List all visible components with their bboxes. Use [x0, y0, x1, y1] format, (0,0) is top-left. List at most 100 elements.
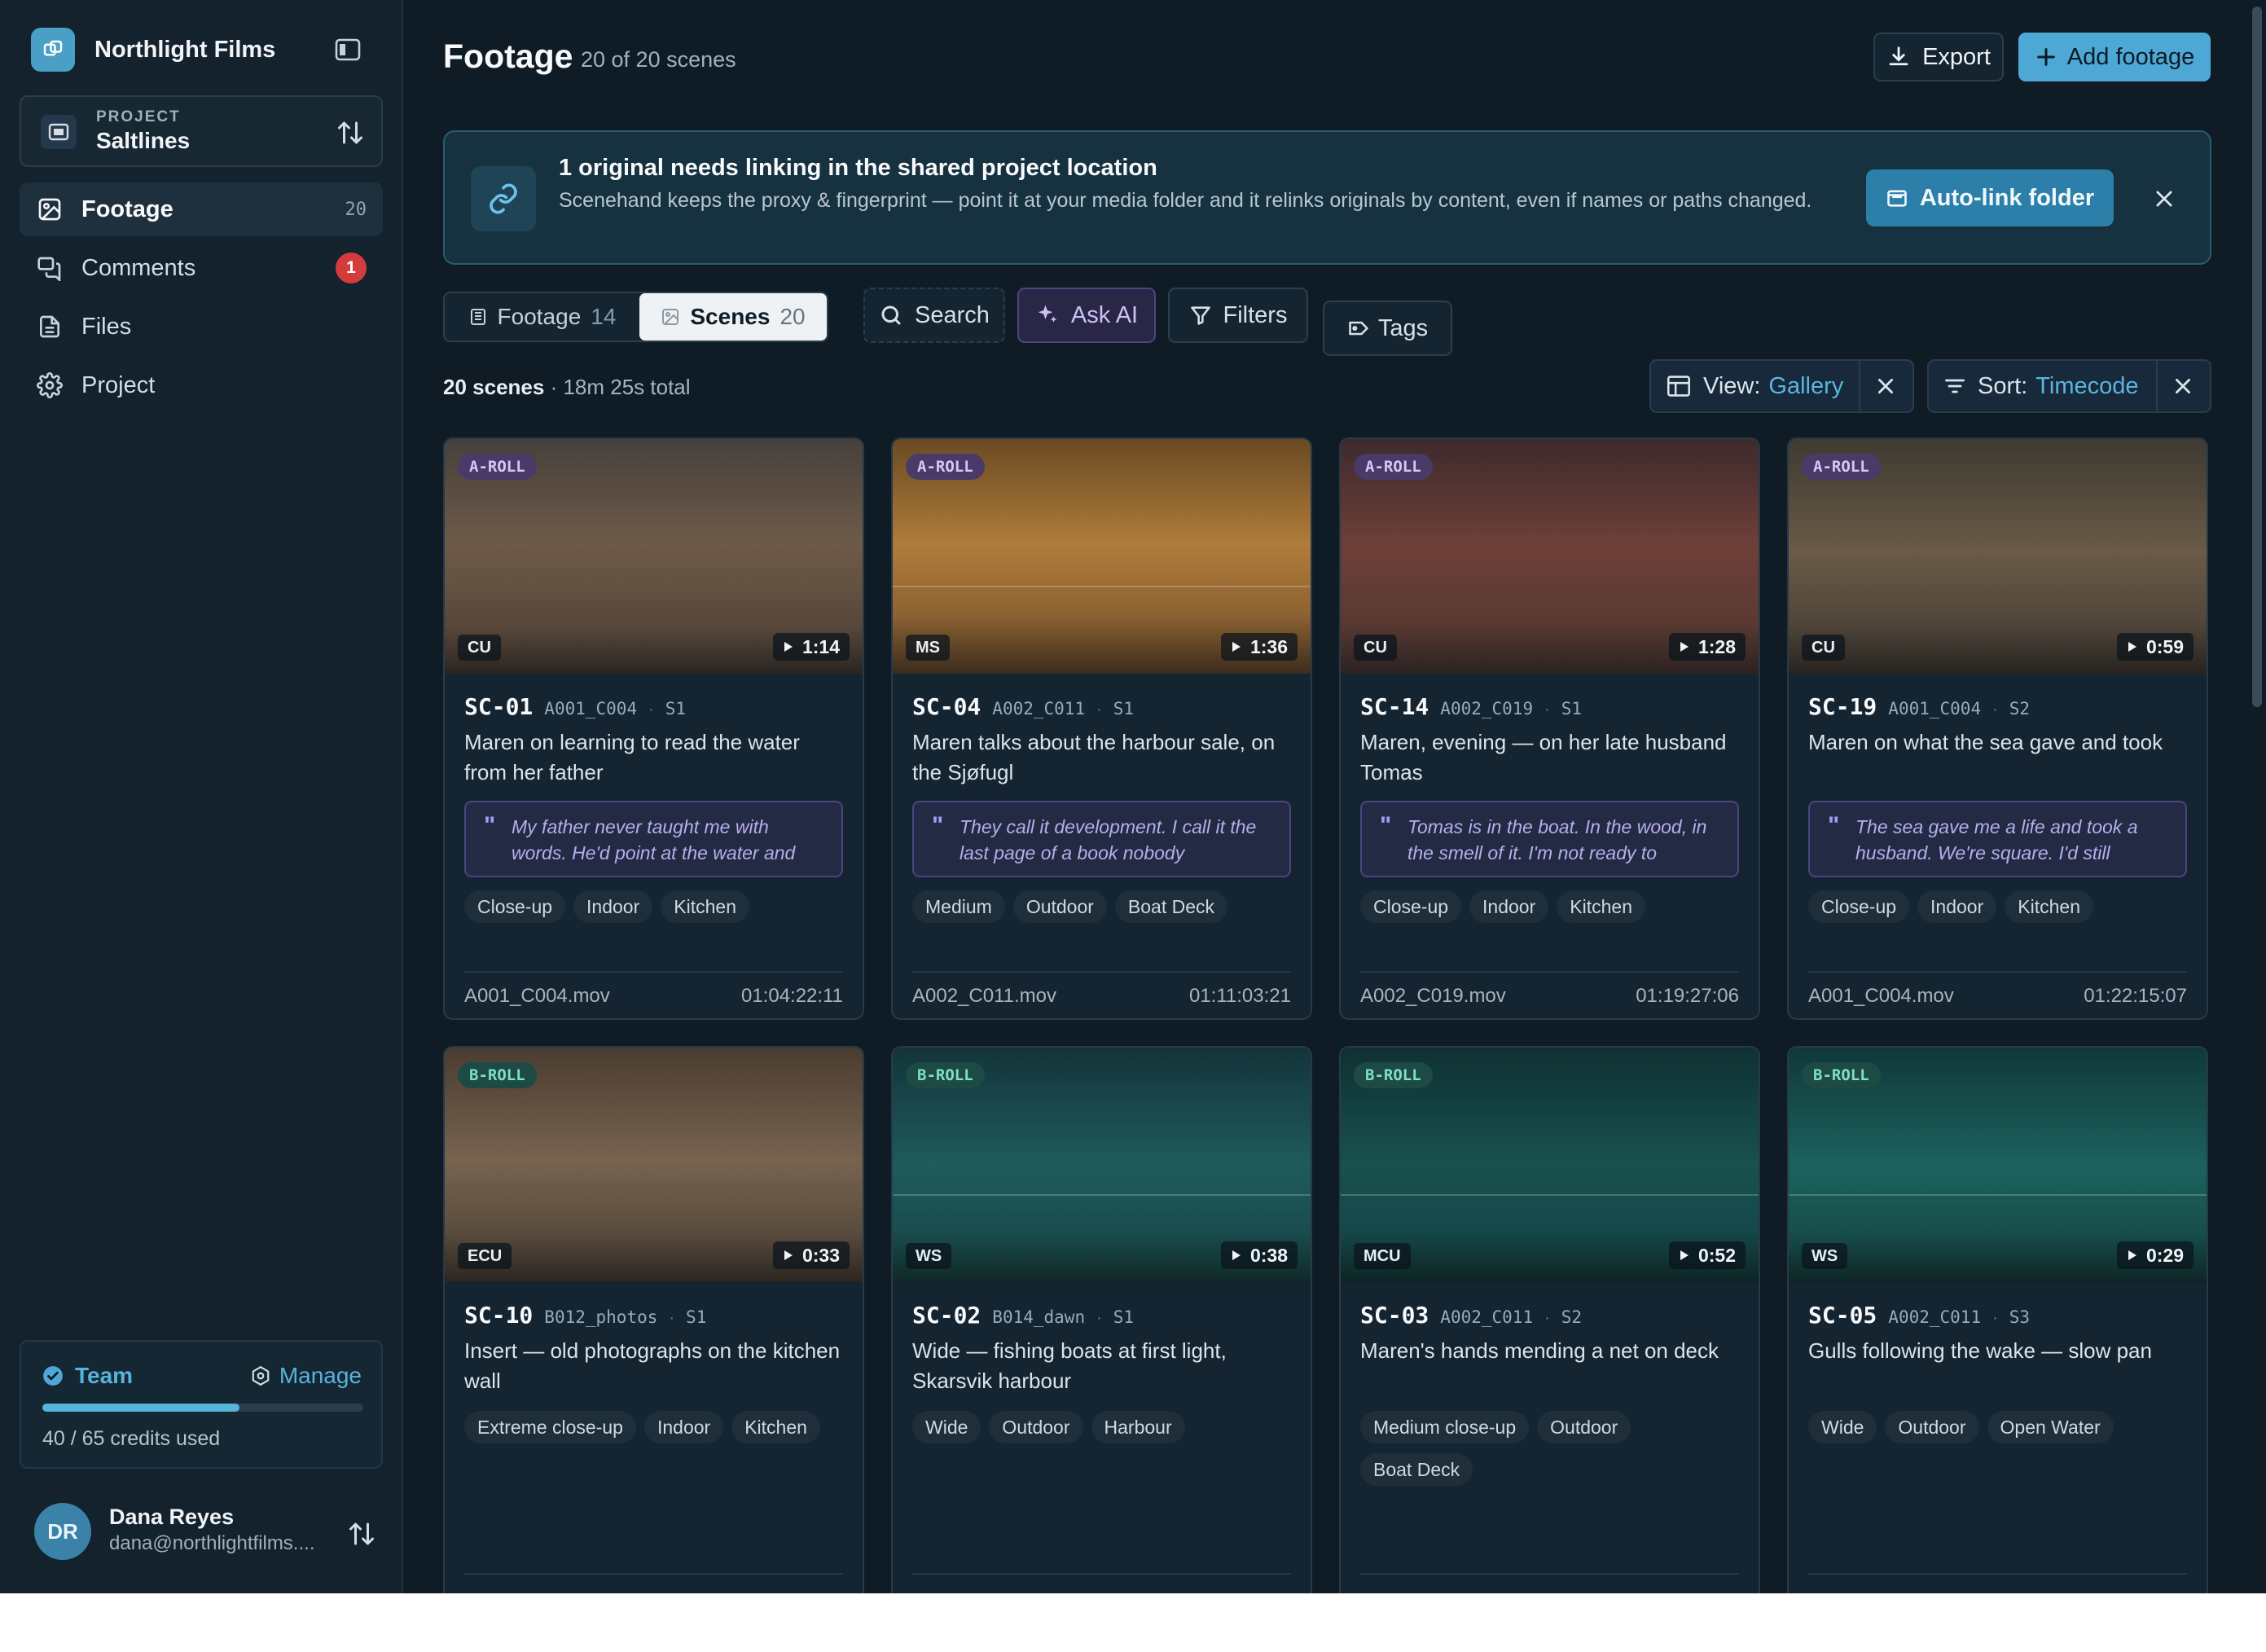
quote-icon: ": [1380, 812, 1392, 839]
filters-button[interactable]: Filters: [1168, 288, 1308, 343]
duration-text: 0:59: [2145, 635, 2184, 657]
sidebar-item-count: 20: [345, 199, 367, 220]
separator-dot: ·: [669, 1309, 675, 1327]
tab-scenes-label: Scenes: [690, 304, 771, 329]
roll-badge: A-ROLL: [906, 454, 985, 480]
timecode: 01:04:22:11: [740, 985, 843, 1007]
tag-chip[interactable]: Close-up: [1808, 890, 1910, 923]
sidebar-item-footage[interactable]: Footage 20: [20, 182, 383, 236]
transcript-quote[interactable]: " My father never taught me with words. H…: [464, 801, 843, 877]
clip-name: A002_C019: [1440, 699, 1534, 718]
search-button[interactable]: Search: [863, 288, 1005, 343]
scene-header: SC-19 A001_C004 · S2: [1808, 693, 2187, 726]
scene-thumbnail[interactable]: B-ROLL MCU 0:52: [1341, 1048, 1759, 1282]
close-icon[interactable]: [2150, 184, 2179, 213]
tag-chip[interactable]: Close-up: [464, 890, 566, 923]
scene-card[interactable]: A-ROLL CU 0:59 SC-19 A001_C004 · S2 Maren on wh…: [1787, 437, 2208, 1020]
sequence-label: S3: [2009, 1307, 2031, 1327]
user-email: dana@northlightfilms....: [109, 1532, 315, 1554]
brand[interactable]: Northlight Films: [31, 28, 275, 72]
scene-thumbnail[interactable]: B-ROLL WS 0:29: [1789, 1048, 2207, 1282]
add-footage-button[interactable]: Add footage: [2018, 33, 2211, 81]
manage-button[interactable]: Manage: [250, 1363, 362, 1389]
tag-chip[interactable]: Boat Deck: [1114, 890, 1228, 923]
tag-chip[interactable]: Kitchen: [661, 890, 749, 923]
sidebar-item-files[interactable]: Files: [20, 300, 383, 354]
tag-chip[interactable]: Indoor: [643, 1411, 724, 1443]
banner-text: Scenehand keeps the proxy & fingerprint …: [559, 189, 1812, 212]
tag-chip[interactable]: Harbour: [1091, 1411, 1185, 1443]
scrollbar-thumb[interactable]: [2252, 7, 2262, 707]
tag-chip[interactable]: Outdoor: [1885, 1411, 1979, 1443]
scene-thumbnail[interactable]: B-ROLL WS 0:38: [893, 1048, 1311, 1282]
scene-thumbnail[interactable]: A-ROLL MS 1:36: [893, 439, 1311, 674]
scene-header: SC-03 A002_C011 · S2: [1360, 1302, 1739, 1334]
scene-title: Insert — old photographs on the kitchen …: [464, 1338, 841, 1393]
tag-chip[interactable]: Outdoor: [1537, 1411, 1631, 1443]
tag-chip[interactable]: Indoor: [1917, 890, 1997, 923]
ask-ai-button[interactable]: Ask AI: [1017, 288, 1156, 343]
tag-chip[interactable]: Boat Deck: [1360, 1453, 1473, 1486]
tag-chip[interactable]: Medium close-up: [1360, 1411, 1530, 1443]
duration-badge: 1:36: [1220, 633, 1298, 661]
transcript-quote[interactable]: " Tomas is in the boat. In the wood, in t…: [1360, 801, 1739, 877]
scene-id: SC-05: [1808, 1302, 1877, 1329]
tag-list: Close-up Indoor Kitchen: [1808, 890, 2187, 923]
scene-thumbnail[interactable]: A-ROLL CU 1:14: [445, 439, 863, 674]
view-control[interactable]: View: Gallery: [1649, 359, 1914, 413]
tags-button[interactable]: Tags: [1323, 301, 1452, 356]
sidebar-toggle-icon[interactable]: [334, 37, 362, 62]
sidebar-item-project[interactable]: Project: [20, 358, 383, 412]
export-button[interactable]: Export: [1873, 33, 2004, 81]
duration-badge: 0:52: [1668, 1241, 1746, 1269]
scene-card[interactable]: B-ROLL WS 0:29 SC-05 A002_C011 · S3 Gulls follo…: [1787, 1046, 2208, 1593]
transcript-quote[interactable]: " They call it development. I call it the…: [912, 801, 1291, 877]
scene-card[interactable]: A-ROLL MS 1:36 SC-04 A002_C011 · S1 Maren talks…: [891, 437, 1312, 1020]
scene-card[interactable]: B-ROLL WS 0:38 SC-02 B014_dawn · S1 Wide — fish…: [891, 1046, 1312, 1593]
sidebar-item-label: Comments: [81, 254, 196, 281]
timecode: 01:11:03:21: [1188, 985, 1291, 1007]
quote-icon: ": [484, 812, 496, 839]
tab-scenes[interactable]: Scenes 20: [639, 293, 827, 341]
scene-thumbnail[interactable]: A-ROLL CU 0:59: [1789, 439, 2207, 674]
sort-control[interactable]: Sort: Timecode: [1927, 359, 2211, 413]
auto-link-folder-button[interactable]: Auto-link folder: [1866, 169, 2114, 226]
sidebar-item-comments[interactable]: Comments 1: [20, 241, 383, 295]
tag-chip[interactable]: Indoor: [573, 890, 653, 923]
clear-view-icon[interactable]: [1875, 376, 1896, 397]
tag-chip[interactable]: Close-up: [1360, 890, 1462, 923]
clip-name: B014_dawn: [992, 1307, 1086, 1327]
scene-thumbnail[interactable]: B-ROLL ECU 0:33: [445, 1048, 863, 1282]
separator-dot: ·: [1544, 701, 1550, 718]
tag-chip[interactable]: Kitchen: [731, 1411, 820, 1443]
shot-type-badge: MS: [906, 635, 950, 661]
transcript-quote[interactable]: " The sea gave me a life and took a husba…: [1808, 801, 2187, 877]
quote-icon: ": [932, 812, 944, 839]
relink-banner: 1 original needs linking in the shared p…: [443, 130, 2211, 265]
team-link[interactable]: Team: [42, 1363, 133, 1389]
tag-chip[interactable]: Wide: [912, 1411, 981, 1443]
scene-thumbnail[interactable]: A-ROLL CU 1:28: [1341, 439, 1759, 674]
clear-sort-icon[interactable]: [2172, 376, 2194, 397]
project-switcher[interactable]: PROJECT Saltlines: [20, 95, 383, 167]
tag-chip[interactable]: Extreme close-up: [464, 1411, 636, 1443]
tab-footage[interactable]: Footage 14: [445, 293, 639, 341]
scene-card[interactable]: A-ROLL CU 1:14 SC-01 A001_C004 · S1 Maren on le…: [443, 437, 864, 1020]
duration-badge: 0:38: [1220, 1241, 1298, 1269]
user-account[interactable]: DR Dana Reyes dana@northlightfilms....: [34, 1503, 376, 1562]
scene-header: SC-02 B014_dawn · S1: [912, 1302, 1291, 1334]
tag-list: Wide Outdoor Open Water: [1808, 1411, 2187, 1443]
scene-card[interactable]: A-ROLL CU 1:28 SC-14 A002_C019 · S1 Maren, even…: [1339, 437, 1760, 1020]
tag-chip[interactable]: Kitchen: [1557, 890, 1645, 923]
scene-card[interactable]: B-ROLL MCU 0:52 SC-03 A002_C011 · S2 Maren's ha…: [1339, 1046, 1760, 1593]
tag-chip[interactable]: Indoor: [1469, 890, 1549, 923]
tag-chip[interactable]: Outdoor: [1012, 890, 1107, 923]
clip-name: A001_C004: [544, 699, 638, 718]
tag-chip[interactable]: Wide: [1808, 1411, 1877, 1443]
tag-chip[interactable]: Kitchen: [2005, 890, 2093, 923]
tag-chip[interactable]: Open Water: [1987, 1411, 2114, 1443]
tag-chip[interactable]: Medium: [912, 890, 1005, 923]
scene-card[interactable]: B-ROLL ECU 0:33 SC-10 B012_photos · S1 Insert —…: [443, 1046, 864, 1593]
horizon-line: [1341, 1194, 1759, 1196]
tag-chip[interactable]: Outdoor: [989, 1411, 1083, 1443]
